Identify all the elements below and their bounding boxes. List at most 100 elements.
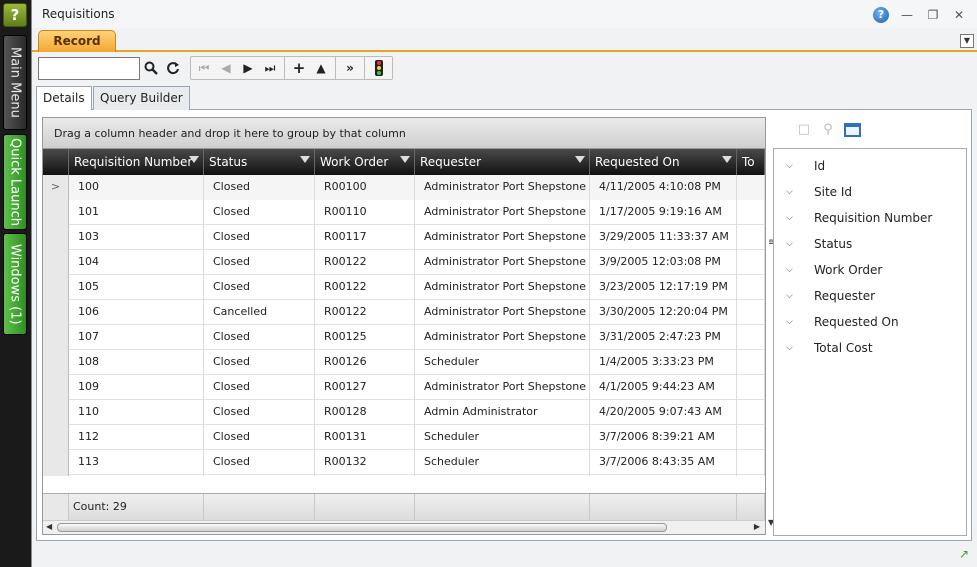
table-row[interactable]: 108 Closed R00126 Scheduler 1/4/2005 3:33:23… bbox=[43, 350, 765, 375]
table-row[interactable]: 103 Closed R00117 Administrator Port Shepst… bbox=[43, 225, 765, 250]
help-button[interactable]: ? bbox=[3, 3, 27, 27]
last-record-icon[interactable]: ⏭ bbox=[259, 57, 281, 79]
chevron-down-icon[interactable]: ▼ bbox=[960, 34, 974, 48]
chevron-down-icon[interactable]: ⌵ bbox=[786, 187, 796, 197]
horizontal-scroll-thumb[interactable] bbox=[57, 523, 667, 532]
table-row[interactable]: 113 Closed R00132 Scheduler 3/7/2006 8:43:35… bbox=[43, 450, 765, 475]
table-cell: Administrator Port Shepstone bbox=[415, 275, 590, 300]
table-row[interactable]: >100 Closed R00100 Administrator Port Sheps… bbox=[43, 175, 765, 200]
chevron-down-icon[interactable]: ⌵ bbox=[786, 265, 796, 275]
table-row[interactable]: 105 Closed R00122 Administrator Port Shepst… bbox=[43, 275, 765, 300]
row-indicator[interactable] bbox=[43, 475, 69, 476]
row-indicator[interactable] bbox=[43, 250, 69, 275]
filter-icon[interactable] bbox=[189, 156, 199, 163]
windows-label: Windows (1) bbox=[7, 243, 23, 325]
filter-icon[interactable] bbox=[722, 156, 732, 163]
tab-record[interactable]: Record bbox=[38, 30, 116, 52]
chevron-down-icon[interactable]: ⌵ bbox=[786, 239, 796, 249]
group-by-panel[interactable]: Drag a column header and drop it here to… bbox=[43, 118, 765, 149]
close-icon[interactable]: ✕ bbox=[951, 8, 967, 22]
row-indicator[interactable] bbox=[43, 350, 69, 375]
row-indicator[interactable] bbox=[43, 375, 69, 400]
table-cell: Administrator Port Shepstone bbox=[415, 200, 590, 225]
field-item[interactable]: ⌵ Work Order bbox=[774, 257, 966, 283]
more-actions-icon[interactable]: » bbox=[339, 57, 361, 79]
row-indicator[interactable] bbox=[43, 450, 69, 475]
chevron-down-icon[interactable]: ⌵ bbox=[786, 213, 796, 223]
document-icon[interactable]: □ bbox=[796, 122, 812, 138]
tab-details[interactable]: Details bbox=[36, 86, 92, 111]
filter-icon[interactable] bbox=[400, 156, 410, 163]
window-icon[interactable] bbox=[844, 123, 861, 137]
field-item[interactable]: ⌵ Id bbox=[774, 153, 966, 179]
scroll-right-icon[interactable]: ▶ bbox=[754, 522, 760, 531]
field-item[interactable]: ⌵ Site Id bbox=[774, 179, 966, 205]
main-menu-tab[interactable]: Main Menu bbox=[3, 35, 27, 130]
row-indicator[interactable] bbox=[43, 400, 69, 425]
field-item[interactable]: ⌵ Requisition Number bbox=[774, 205, 966, 231]
column-header-requisition-number[interactable]: Requisition Number bbox=[69, 149, 204, 175]
table-cell: Scheduler bbox=[415, 475, 590, 476]
row-indicator[interactable] bbox=[43, 300, 69, 325]
table-cell: Administrator Port Shepstone bbox=[415, 325, 590, 350]
tab-query-builder[interactable]: Query Builder bbox=[93, 86, 190, 110]
record-toolbar: ⏮ ◀ ▶ ⏭ + ▲ » bbox=[38, 55, 393, 81]
add-icon[interactable]: + bbox=[288, 57, 310, 79]
table-row[interactable]: 107 Closed R00125 Administrator Port Shepst… bbox=[43, 325, 765, 350]
windows-tab[interactable]: Windows (1) bbox=[3, 233, 27, 335]
requisitions-window: Requisitions ? — ❐ ✕ Record ▼ ⏮ ◀ ▶ ⏭ + … bbox=[31, 0, 977, 567]
record-count: Count: 29 bbox=[69, 494, 204, 521]
filter-icon[interactable] bbox=[300, 156, 310, 163]
table-row[interactable]: 109 Closed R00127 Administrator Port Shepst… bbox=[43, 375, 765, 400]
column-header-total-cost[interactable]: To bbox=[737, 149, 765, 175]
table-row[interactable]: 114ClosedR00134Scheduler3/7/2006 8:58:43… bbox=[43, 475, 765, 476]
row-indicator[interactable] bbox=[43, 325, 69, 350]
restore-icon[interactable]: ❐ bbox=[925, 8, 941, 22]
column-header-requested-on[interactable]: Requested On bbox=[590, 149, 737, 175]
table-row[interactable]: 104 Closed R00122 Administrator Port Shepst… bbox=[43, 250, 765, 275]
title-bar: Requisitions ? — ❐ ✕ bbox=[32, 0, 977, 28]
chevron-down-icon[interactable]: ⌵ bbox=[786, 343, 796, 353]
table-row[interactable]: 112 Closed R00131 Scheduler 3/7/2006 8:39:21… bbox=[43, 425, 765, 450]
chevron-down-icon[interactable]: ⌵ bbox=[786, 291, 796, 301]
minimize-icon[interactable]: — bbox=[899, 8, 915, 22]
zoom-icon[interactable]: ⚲ bbox=[820, 122, 836, 138]
column-header-status[interactable]: Status bbox=[204, 149, 315, 175]
table-cell bbox=[737, 300, 765, 325]
row-indicator[interactable]: > bbox=[43, 175, 69, 200]
table-row[interactable]: 110 Closed R00128 Admin Administrator 4/20/2… bbox=[43, 400, 765, 425]
field-item[interactable]: ⌵ Requester bbox=[774, 283, 966, 309]
field-item[interactable]: ⌵ Requested On bbox=[774, 309, 966, 335]
row-indicator[interactable] bbox=[43, 275, 69, 300]
field-item[interactable]: ⌵ Status bbox=[774, 231, 966, 257]
search-input[interactable] bbox=[38, 56, 140, 80]
traffic-light-icon[interactable] bbox=[368, 57, 390, 79]
first-record-icon[interactable]: ⏮ bbox=[193, 57, 215, 79]
row-indicator[interactable] bbox=[43, 200, 69, 225]
row-indicator[interactable] bbox=[43, 425, 69, 450]
field-item[interactable]: ⌵ Total Cost bbox=[774, 335, 966, 361]
column-header-requester[interactable]: Requester bbox=[415, 149, 590, 175]
chevron-down-icon[interactable]: ⌵ bbox=[786, 317, 796, 327]
help-icon[interactable]: ? bbox=[873, 7, 889, 23]
refresh-icon[interactable] bbox=[162, 57, 184, 79]
search-icon[interactable] bbox=[140, 57, 162, 79]
next-record-icon[interactable]: ▶ bbox=[237, 57, 259, 79]
previous-record-icon[interactable]: ◀ bbox=[215, 57, 237, 79]
row-indicator[interactable] bbox=[43, 225, 69, 250]
chevron-down-icon[interactable]: ⌵ bbox=[786, 161, 796, 171]
column-label: Requested On bbox=[595, 155, 680, 169]
table-cell: 3/7/2006 8:58:43 AM bbox=[590, 475, 737, 476]
table-cell: R00117 bbox=[315, 225, 415, 250]
resize-grip-icon[interactable]: ↗ bbox=[955, 547, 973, 565]
horizontal-scrollbar[interactable]: ◀ ▶ bbox=[43, 520, 765, 534]
column-header-work-order[interactable]: Work Order bbox=[315, 149, 415, 175]
filter-icon[interactable] bbox=[575, 156, 585, 163]
scroll-left-icon[interactable]: ◀ bbox=[46, 522, 52, 531]
field-label: Work Order bbox=[814, 263, 883, 277]
quick-launch-tab[interactable]: Quick Launch bbox=[3, 134, 27, 230]
table-cell: 103 bbox=[69, 225, 204, 250]
table-row[interactable]: 101 Closed R00110 Administrator Port Shepst… bbox=[43, 200, 765, 225]
collapse-up-icon[interactable]: ▲ bbox=[310, 57, 332, 79]
table-row[interactable]: 106 Cancelled R00122 Administrator Port She… bbox=[43, 300, 765, 325]
